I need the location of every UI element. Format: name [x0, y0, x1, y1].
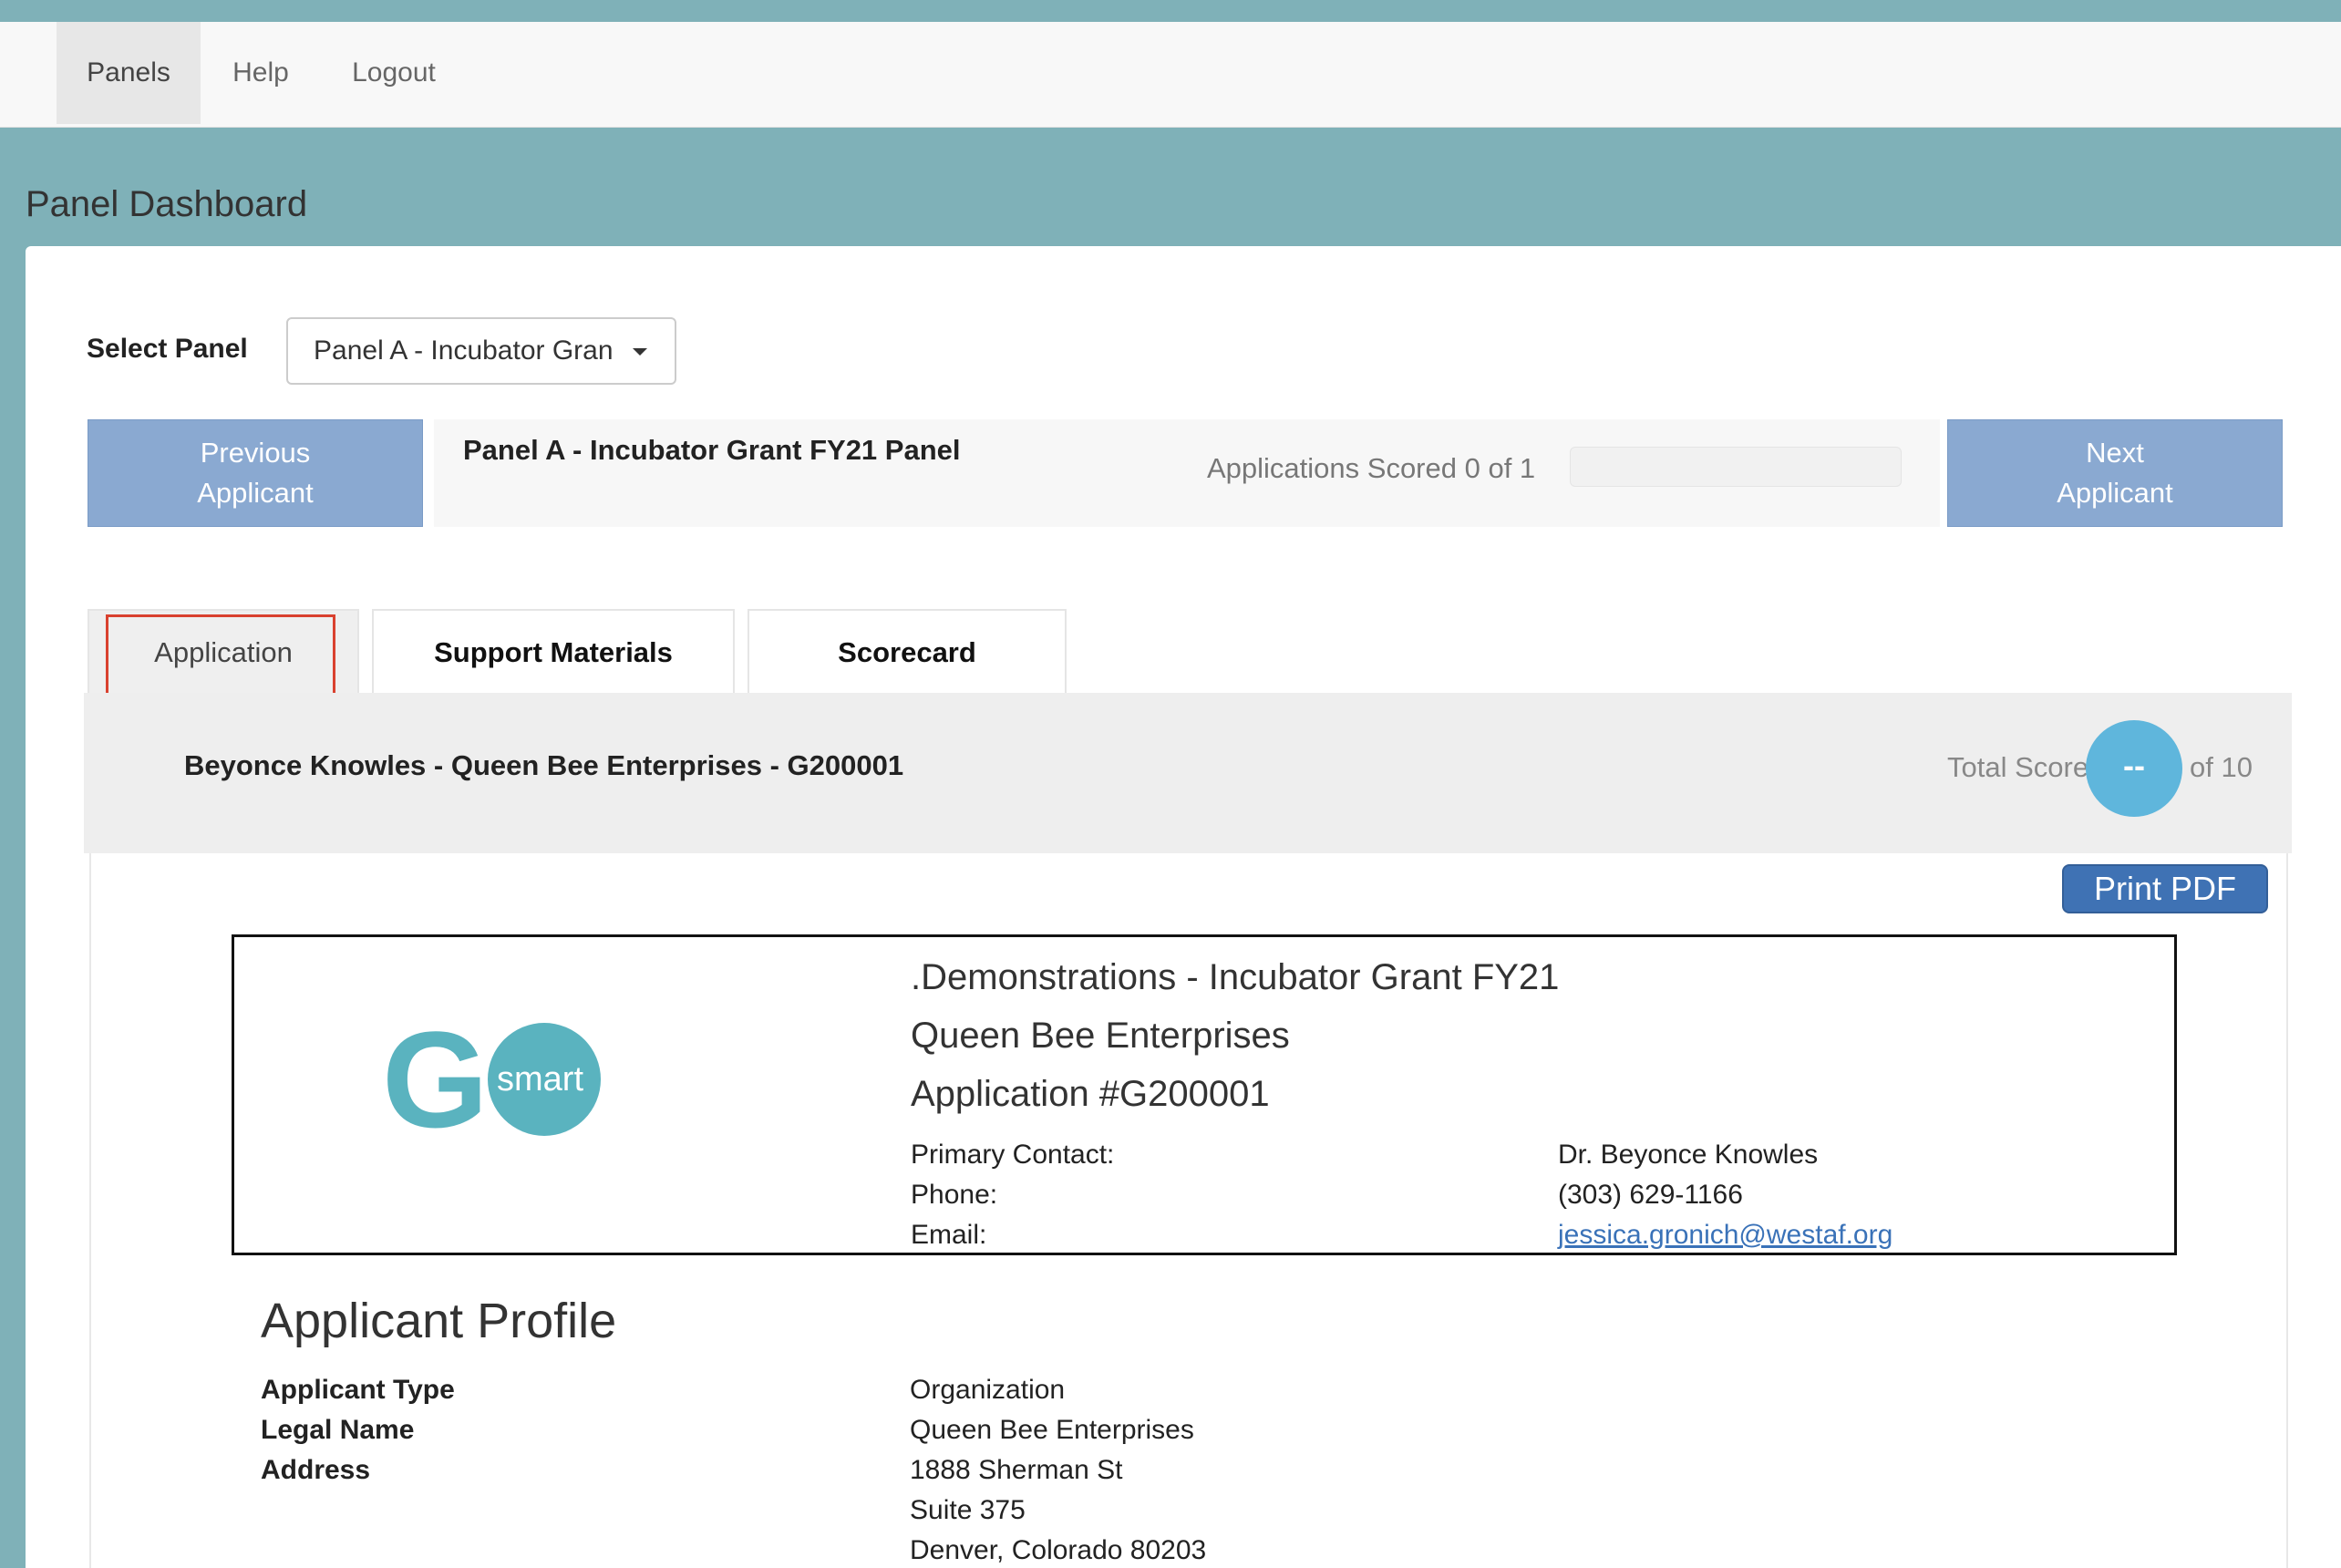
- next-button-line1: Next: [2086, 437, 2144, 469]
- primary-contact-value: Dr. Beyonce Knowles: [1558, 1140, 1819, 1170]
- phone-label: Phone:: [911, 1180, 998, 1210]
- nav-help[interactable]: Help: [219, 22, 303, 124]
- logo-letter: G: [382, 1019, 489, 1147]
- address-label: Address: [261, 1455, 371, 1485]
- organization-name: Queen Bee Enterprises: [911, 1016, 1290, 1056]
- next-applicant-button[interactable]: Next Applicant: [1947, 419, 2283, 527]
- program-title: .Demonstrations - Incubator Grant FY21: [911, 957, 1560, 997]
- total-score-label: Total Score: [1947, 751, 2089, 783]
- nav-logout[interactable]: Logout: [337, 22, 450, 124]
- next-button-line2: Applicant: [2057, 477, 2173, 509]
- address-line3: Denver, Colorado 80203: [910, 1535, 1207, 1565]
- applicant-header-bar: Beyonce Knowles - Queen Bee Enterprises …: [84, 693, 2292, 853]
- previous-button-line2: Applicant: [197, 477, 314, 509]
- email-label: Email:: [911, 1220, 987, 1250]
- legal-name-value: Queen Bee Enterprises: [910, 1415, 1194, 1445]
- select-panel-label: Select Panel: [87, 334, 248, 364]
- tab-support-materials[interactable]: Support Materials: [372, 609, 735, 693]
- total-score-badge: --: [2086, 720, 2182, 817]
- address-line2: Suite 375: [910, 1495, 1026, 1525]
- tab-focus-outline: [106, 614, 335, 698]
- primary-contact-label: Primary Contact:: [911, 1140, 1115, 1170]
- applicant-profile-heading: Applicant Profile: [261, 1294, 617, 1348]
- applications-scored-text: Applications Scored 0 of 1: [1207, 452, 1536, 484]
- application-number: Application #G200001: [911, 1074, 1270, 1114]
- score-max-label: of 10: [2190, 751, 2253, 783]
- panel-info-bar: Panel A - Incubator Grant FY21 Panel App…: [434, 419, 1940, 527]
- caret-down-icon: [633, 348, 647, 356]
- phone-value: (303) 629-1166: [1558, 1180, 1743, 1210]
- panel-name: Panel A - Incubator Grant FY21 Panel: [463, 434, 961, 466]
- select-panel-dropdown[interactable]: Panel A - Incubator Gran: [286, 317, 676, 385]
- scored-progress-bar: [1570, 447, 1902, 487]
- tab-scorecard[interactable]: Scorecard: [748, 609, 1067, 693]
- select-panel-value: Panel A - Incubator Gran: [314, 335, 614, 366]
- top-color-strip: [0, 0, 2341, 22]
- email-link[interactable]: jessica.gronich@westaf.org: [1558, 1220, 1892, 1251]
- applicant-title: Beyonce Knowles - Queen Bee Enterprises …: [184, 749, 904, 781]
- page-title: Panel Dashboard: [26, 184, 308, 224]
- print-pdf-button[interactable]: Print PDF: [2062, 864, 2268, 913]
- previous-button-line1: Previous: [200, 437, 311, 469]
- top-navbar: Panels Help Logout: [0, 22, 2341, 128]
- applicant-type-label: Applicant Type: [261, 1375, 455, 1405]
- nav-panels[interactable]: Panels: [57, 22, 201, 124]
- previous-applicant-button[interactable]: Previous Applicant: [88, 419, 423, 527]
- application-header-box: G smart .Demonstrations - Incubator Gran…: [232, 934, 2177, 1255]
- address-line1: 1888 Sherman St: [910, 1455, 1123, 1485]
- legal-name-label: Legal Name: [261, 1415, 415, 1445]
- gosmart-logo: G smart: [382, 1019, 601, 1147]
- applicant-type-value: Organization: [910, 1375, 1066, 1405]
- logo-word: smart: [497, 1060, 583, 1099]
